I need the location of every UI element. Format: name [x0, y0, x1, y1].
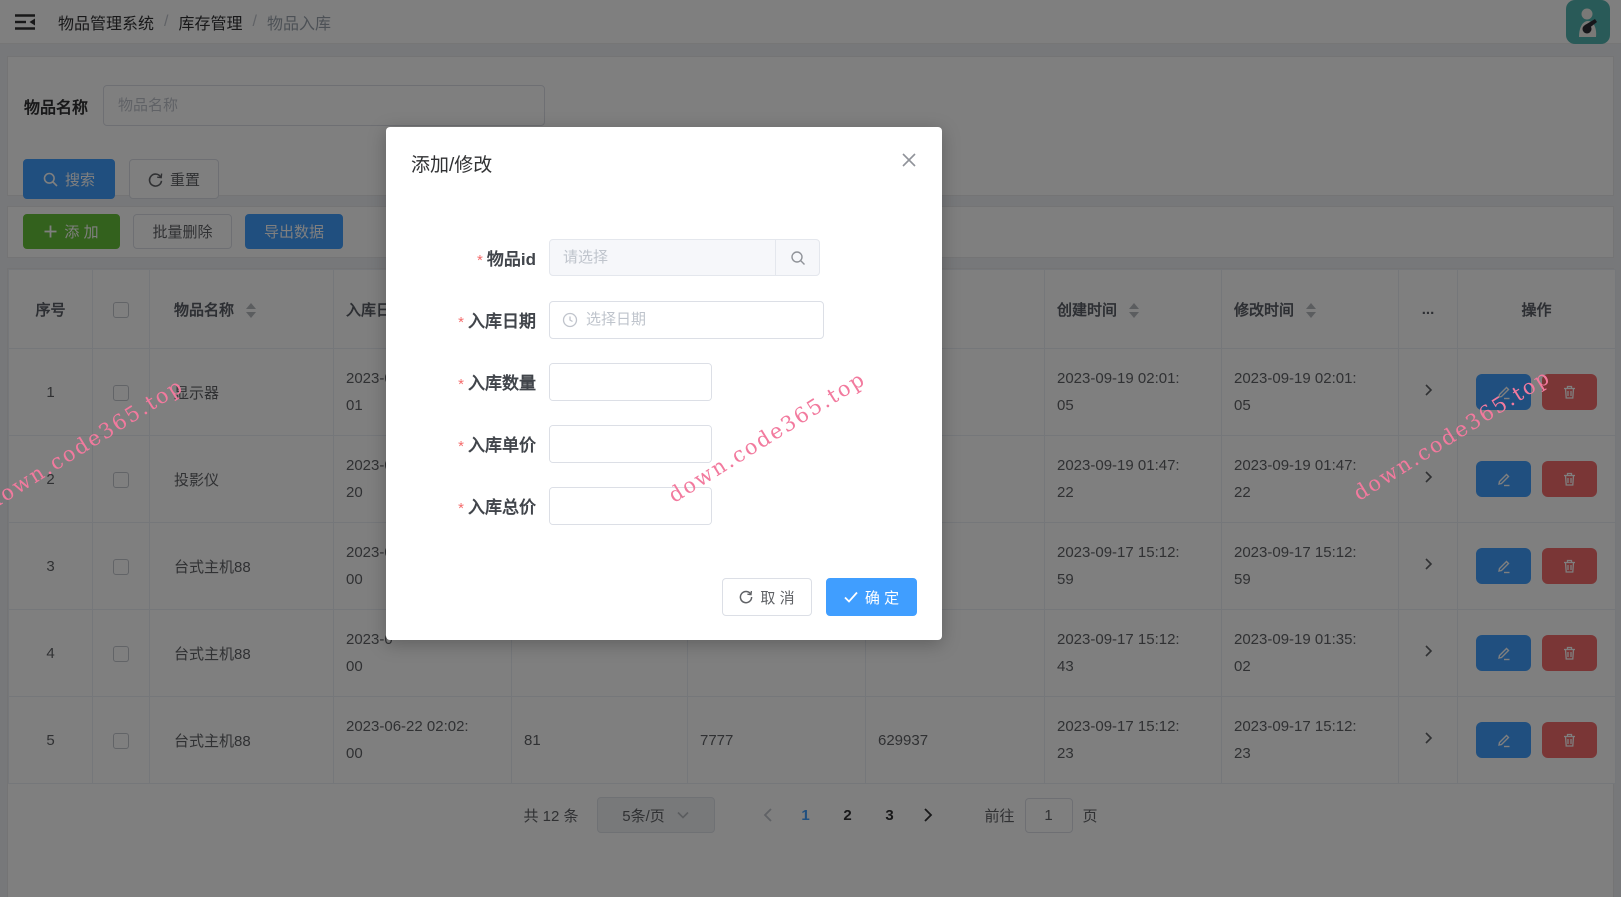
check-icon — [844, 591, 858, 603]
field-label: * 入库单价 — [458, 436, 536, 455]
form-row-unit-price: * 入库单价 — [386, 424, 942, 463]
item-id-input[interactable] — [550, 240, 775, 275]
unit-price-number-input — [549, 424, 712, 463]
form-row-qty: * 入库数量 — [386, 362, 942, 401]
form-row-total-price: * 入库总价 — [386, 486, 942, 525]
total-price-number-input — [549, 486, 712, 525]
item-id-select — [549, 239, 820, 276]
unit-price-input[interactable] — [550, 425, 711, 462]
qty-number-input — [549, 362, 712, 401]
field-label: * 物品id — [477, 250, 536, 269]
page-root: 物品管理系统 / 库存管理 / 物品入库 物品名称 搜索 — [0, 0, 1621, 897]
confirm-button[interactable]: 确 定 — [826, 578, 917, 616]
field-label: * 入库总价 — [458, 498, 536, 517]
refresh-left-icon — [740, 590, 753, 604]
form-row-in-date: * 入库日期 — [386, 300, 942, 339]
total-price-input[interactable] — [550, 487, 711, 524]
search-icon — [790, 250, 805, 265]
dialog-title: 添加/修改 — [411, 155, 493, 176]
qty-input[interactable] — [550, 363, 711, 400]
close-icon[interactable] — [900, 151, 918, 169]
field-label: * 入库数量 — [458, 374, 536, 393]
clock-icon — [562, 312, 578, 327]
form-row-item-id: * 物品id — [386, 239, 942, 276]
add-edit-dialog: 添加/修改 *物品id *入库日期 — [386, 127, 942, 640]
item-id-search-button[interactable] — [775, 240, 819, 275]
in-date-input[interactable] — [586, 311, 811, 328]
field-label: * 入库日期 — [458, 312, 536, 331]
cancel-button[interactable]: 取 消 — [722, 578, 812, 616]
in-date-picker[interactable] — [549, 300, 824, 339]
